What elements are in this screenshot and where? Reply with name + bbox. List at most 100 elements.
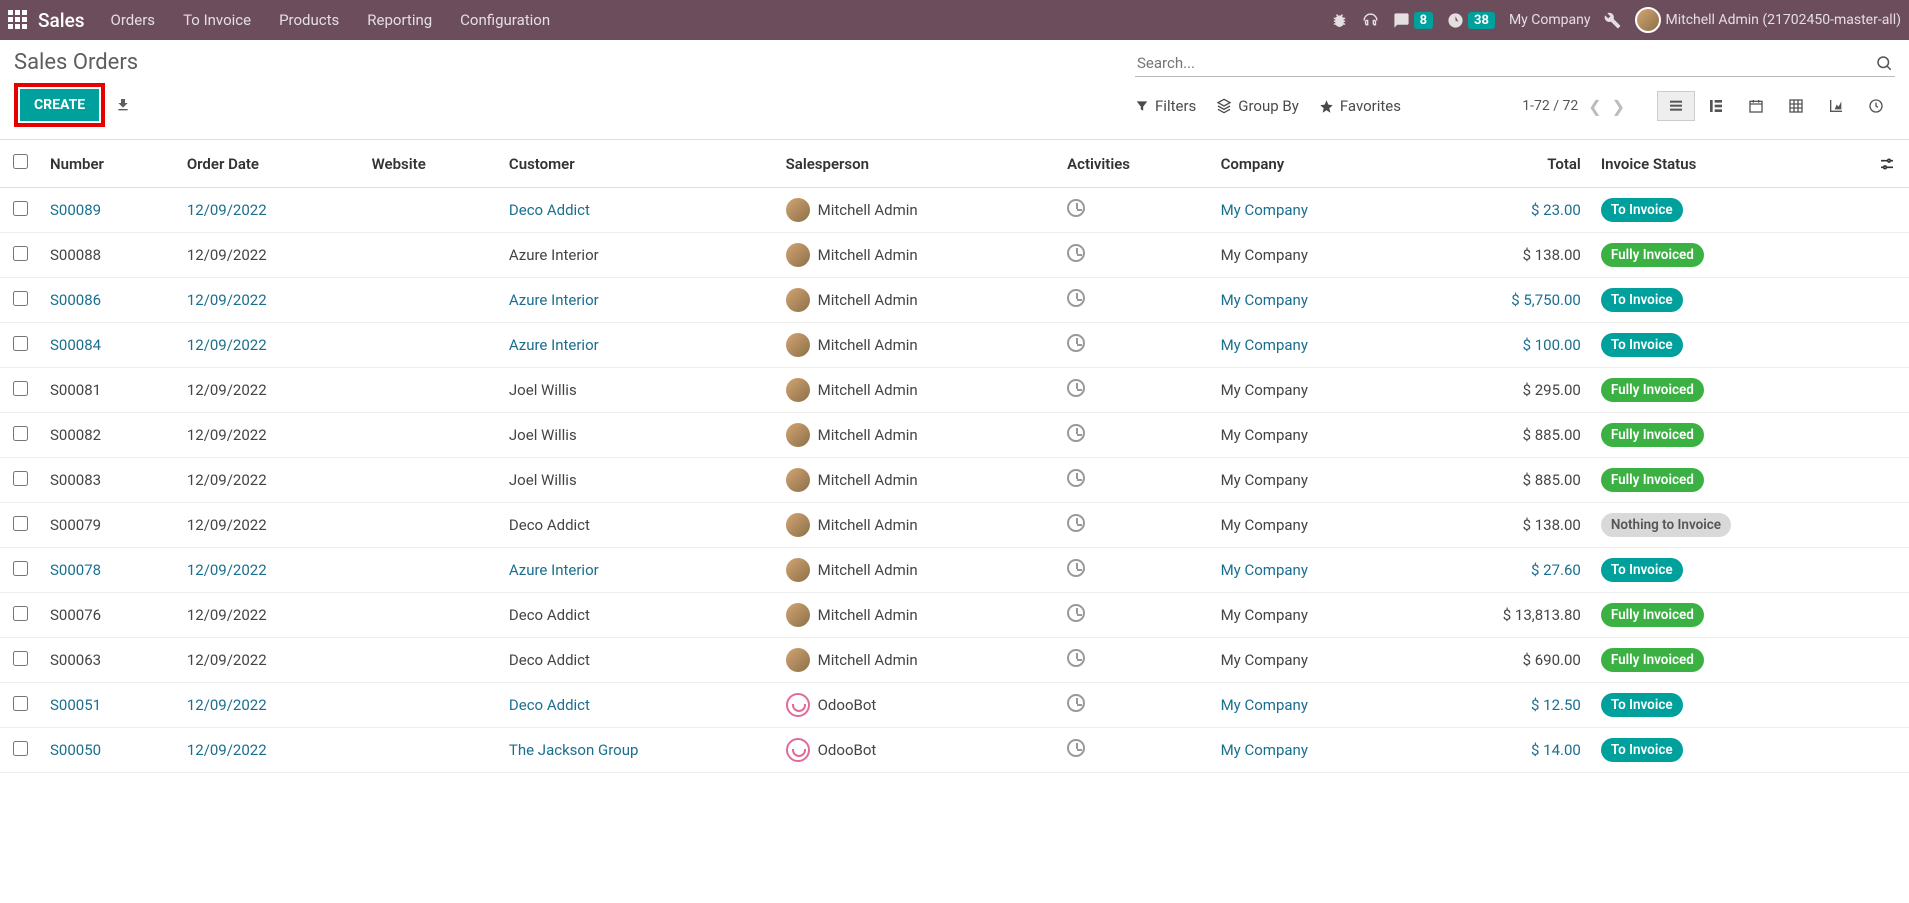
cell-total[interactable]: $ 690.00 — [1409, 638, 1591, 683]
cell-date[interactable]: 12/09/2022 — [177, 413, 362, 458]
row-checkbox[interactable] — [13, 741, 28, 756]
row-checkbox[interactable] — [13, 426, 28, 441]
cell-company[interactable]: My Company — [1211, 638, 1410, 683]
cell-number[interactable]: S00081 — [40, 368, 177, 413]
cell-company[interactable]: My Company — [1211, 593, 1410, 638]
table-row[interactable]: S0008612/09/2022Azure InteriorMitchell A… — [0, 278, 1909, 323]
col-company[interactable]: Company — [1211, 140, 1410, 188]
cell-salesperson[interactable]: Mitchell Admin — [776, 413, 1058, 458]
cell-date[interactable]: 12/09/2022 — [177, 638, 362, 683]
pager-next-icon[interactable]: ❯ — [1612, 97, 1625, 116]
row-checkbox[interactable] — [13, 291, 28, 306]
col-number[interactable]: Number — [40, 140, 177, 188]
cell-activities[interactable] — [1057, 368, 1210, 413]
table-row[interactable]: S0005112/09/2022Deco AddictOdooBotMy Com… — [0, 683, 1909, 728]
bug-icon[interactable] — [1331, 12, 1348, 29]
table-row[interactable]: S0008412/09/2022Azure InteriorMitchell A… — [0, 323, 1909, 368]
cell-total[interactable]: $ 27.60 — [1409, 548, 1591, 593]
cell-total[interactable]: $ 885.00 — [1409, 458, 1591, 503]
cell-company[interactable]: My Company — [1211, 683, 1410, 728]
nav-orders[interactable]: Orders — [111, 11, 156, 29]
search-input[interactable] — [1137, 54, 1875, 72]
cell-activities[interactable] — [1057, 548, 1210, 593]
cell-salesperson[interactable]: OdooBot — [776, 683, 1058, 728]
favorites-button[interactable]: Favorites — [1319, 97, 1401, 115]
cell-activities[interactable] — [1057, 278, 1210, 323]
cell-date[interactable]: 12/09/2022 — [177, 368, 362, 413]
columns-config-icon[interactable] — [1879, 156, 1899, 172]
row-checkbox[interactable] — [13, 381, 28, 396]
cell-customer[interactable]: Deco Addict — [499, 188, 776, 233]
cell-total[interactable]: $ 295.00 — [1409, 368, 1591, 413]
cell-number[interactable]: S00084 — [40, 323, 177, 368]
cell-customer[interactable]: Azure Interior — [499, 323, 776, 368]
app-name[interactable]: Sales — [38, 9, 85, 32]
create-button[interactable]: CREATE — [20, 89, 99, 121]
cell-salesperson[interactable]: Mitchell Admin — [776, 278, 1058, 323]
cell-total[interactable]: $ 5,750.00 — [1409, 278, 1591, 323]
list-view-icon[interactable] — [1657, 91, 1695, 121]
cell-number[interactable]: S00088 — [40, 233, 177, 278]
activities-icon[interactable]: 38 — [1447, 12, 1495, 29]
table-row[interactable]: S0006312/09/2022Deco AddictMitchell Admi… — [0, 638, 1909, 683]
cell-company[interactable]: My Company — [1211, 728, 1410, 773]
nav-reporting[interactable]: Reporting — [367, 11, 432, 29]
cell-salesperson[interactable]: Mitchell Admin — [776, 368, 1058, 413]
cell-company[interactable]: My Company — [1211, 368, 1410, 413]
cell-salesperson[interactable]: Mitchell Admin — [776, 233, 1058, 278]
table-container[interactable]: Number Order Date Website Customer Sales… — [0, 139, 1909, 903]
cell-activities[interactable] — [1057, 593, 1210, 638]
cell-company[interactable]: My Company — [1211, 503, 1410, 548]
groupby-button[interactable]: Group By — [1216, 97, 1299, 115]
cell-activities[interactable] — [1057, 728, 1210, 773]
export-icon[interactable] — [115, 97, 131, 113]
table-row[interactable]: S0007812/09/2022Azure InteriorMitchell A… — [0, 548, 1909, 593]
cell-activities[interactable] — [1057, 413, 1210, 458]
kanban-view-icon[interactable] — [1697, 91, 1735, 121]
col-website[interactable]: Website — [362, 140, 499, 188]
table-row[interactable]: S0008812/09/2022 Azure InteriorMitchell A… — [0, 233, 1909, 278]
cell-date[interactable]: 12/09/2022 — [177, 503, 362, 548]
cell-total[interactable]: $ 13,813.80 — [1409, 593, 1591, 638]
cell-date[interactable]: 12/09/2022 — [177, 683, 362, 728]
cell-salesperson[interactable]: Mitchell Admin — [776, 458, 1058, 503]
cell-customer[interactable]: Azure Interior — [499, 548, 776, 593]
cell-date[interactable]: 12/09/2022 — [177, 278, 362, 323]
nav-configuration[interactable]: Configuration — [460, 11, 550, 29]
table-row[interactable]: S0007912/09/2022Deco AddictMitchell Admi… — [0, 503, 1909, 548]
cell-company[interactable]: My Company — [1211, 548, 1410, 593]
cell-total[interactable]: $ 138.00 — [1409, 503, 1591, 548]
cell-salesperson[interactable]: Mitchell Admin — [776, 323, 1058, 368]
cell-salesperson[interactable]: Mitchell Admin — [776, 188, 1058, 233]
activity-view-icon[interactable] — [1857, 91, 1895, 121]
cell-total[interactable]: $ 23.00 — [1409, 188, 1591, 233]
row-checkbox[interactable] — [13, 606, 28, 621]
cell-activities[interactable] — [1057, 503, 1210, 548]
company-selector[interactable]: My Company — [1509, 12, 1591, 28]
messaging-icon[interactable]: 8 — [1393, 12, 1433, 29]
cell-customer[interactable]: Joel Willis — [499, 413, 776, 458]
table-row[interactable]: S0008312/09/2022Joel WillisMitchell Admi… — [0, 458, 1909, 503]
row-checkbox[interactable] — [13, 696, 28, 711]
cell-date[interactable]: 12/09/2022 — [177, 548, 362, 593]
table-row[interactable]: S0008112/09/2022Joel WillisMitchell Admi… — [0, 368, 1909, 413]
pager-prev-icon[interactable]: ❮ — [1588, 97, 1601, 116]
row-checkbox[interactable] — [13, 516, 28, 531]
row-checkbox[interactable] — [13, 471, 28, 486]
row-checkbox[interactable] — [13, 651, 28, 666]
user-menu[interactable]: Mitchell Admin (21702450-master-all) — [1635, 7, 1901, 33]
cell-date[interactable]: 12/09/2022 — [177, 233, 362, 278]
table-row[interactable]: S0007612/09/2022Deco AddictMitchell Admi… — [0, 593, 1909, 638]
cell-number[interactable]: S00086 — [40, 278, 177, 323]
cell-number[interactable]: S00083 — [40, 458, 177, 503]
select-all-checkbox[interactable] — [13, 154, 28, 169]
cell-company[interactable]: My Company — [1211, 458, 1410, 503]
graph-view-icon[interactable] — [1817, 91, 1855, 121]
cell-customer[interactable]: Deco Addict — [499, 503, 776, 548]
cell-activities[interactable] — [1057, 458, 1210, 503]
cell-date[interactable]: 12/09/2022 — [177, 188, 362, 233]
col-total[interactable]: Total — [1409, 140, 1591, 188]
cell-number[interactable]: S00089 — [40, 188, 177, 233]
cell-total[interactable]: $ 138.00 — [1409, 233, 1591, 278]
cell-customer[interactable]: Azure Interior — [499, 233, 776, 278]
